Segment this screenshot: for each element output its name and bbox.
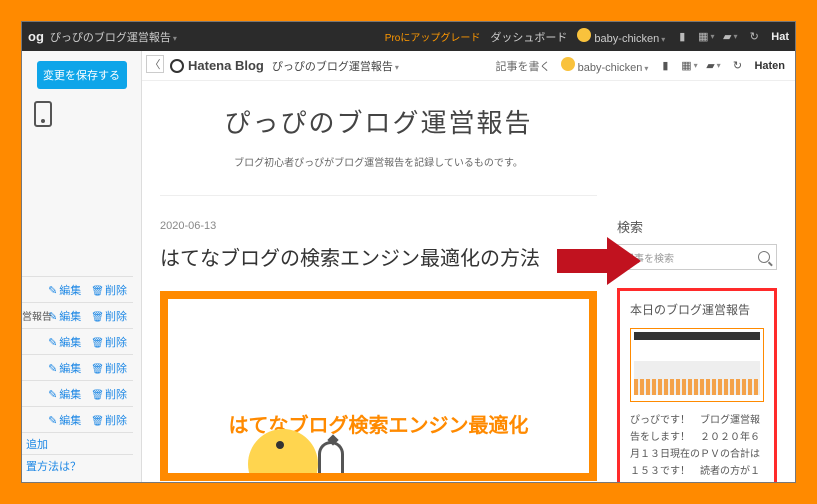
brand-tail: Hat <box>771 31 789 43</box>
module-list: 編集削除 営報告編集削除 編集削除 編集削除 編集削除 編集削除 追加 置方法は… <box>22 276 133 476</box>
save-button[interactable]: 変更を保存する <box>37 61 127 89</box>
editor-sidebar: 変更を保存する 編集削除 営報告編集削除 編集削除 編集削除 編集削除 編集削除… <box>22 51 142 482</box>
inner-top-bar: Hatena Blog ぴっぴのブログ運営報告 記事を書く baby-chick… <box>142 51 795 81</box>
edit-link[interactable]: 編集 <box>48 412 81 428</box>
brand-tail: Haten <box>754 60 785 72</box>
post-date: 2020-06-13 <box>160 220 597 232</box>
hatena-logo[interactable]: Hatena Blog <box>170 58 264 73</box>
avatar-icon <box>561 57 575 71</box>
widget-title: 本日のブログ運営報告 <box>630 301 764 318</box>
delete-link[interactable]: 削除 <box>91 282 127 298</box>
apps-icon[interactable]: ▦ <box>699 30 713 44</box>
avatar-icon <box>577 28 591 42</box>
bookmark-icon[interactable]: ▮ <box>658 59 672 73</box>
module-row: 編集削除 <box>22 406 133 432</box>
apps-icon[interactable]: ▦ <box>682 59 696 73</box>
add-module-link[interactable]: 追加 <box>22 432 133 454</box>
chat-icon[interactable]: ▰ <box>723 30 737 44</box>
sync-icon[interactable]: ↻ <box>747 30 761 44</box>
main-column: ぴっぴのブログ運営報告 ブログ初心者ぴっぴがブログ運営報告を記録しているものです… <box>160 97 597 482</box>
inner-blog-switcher[interactable]: ぴっぴのブログ運営報告 <box>272 58 399 74</box>
edit-link[interactable]: 編集 <box>48 308 81 324</box>
upgrade-link[interactable]: Proにアップグレード <box>385 29 481 44</box>
mascot-eye-icon <box>276 441 284 449</box>
blog-title: ぴっぴのブログ運営報告 <box>160 103 597 140</box>
edit-link[interactable]: 編集 <box>48 282 81 298</box>
widget-body: ぴっぴです！ ブログ運営報告をします！ ２０２０年６月１３日現在のＰＶの合計は１… <box>630 412 764 482</box>
search-heading: 検索 <box>617 217 777 236</box>
bookmark-icon[interactable]: ▮ <box>675 30 689 44</box>
article: 2020-06-13 はてなブログの検索エンジン最適化の方法 はてなブログ検索エ… <box>160 195 597 481</box>
edit-link[interactable]: 編集 <box>48 334 81 350</box>
module-row: 編集削除 <box>22 380 133 406</box>
service-logo: og <box>28 29 44 44</box>
hero-caption: はてなブログ検索エンジン最適化 <box>168 409 589 438</box>
user-menu[interactable]: baby-chicken <box>577 28 665 45</box>
write-post-link[interactable]: 記事を書く <box>496 58 551 74</box>
outer-top-bar: og ぴっぴのブログ運営報告 Proにアップグレード ダッシュボード baby-… <box>22 22 795 51</box>
chat-icon[interactable]: ▰ <box>706 59 720 73</box>
dashboard-link[interactable]: ダッシュボード <box>490 29 567 45</box>
search-input[interactable]: 記事を検索 <box>617 244 777 270</box>
edit-link[interactable]: 編集 <box>48 386 81 402</box>
search-icon[interactable] <box>758 251 770 263</box>
delete-link[interactable]: 削除 <box>91 360 127 376</box>
back-button[interactable]: 〈 <box>146 55 164 73</box>
magnifier-icon <box>318 441 344 477</box>
placement-help-link[interactable]: 置方法は？ <box>22 454 133 476</box>
module-row: 編集削除 <box>22 276 133 302</box>
featured-widget: 本日のブログ運営報告 ぴっぴです！ ブログ運営報告をします！ ２０２０年６月１３… <box>617 288 777 482</box>
module-row: 営報告編集削除 <box>22 302 133 328</box>
preview-pane: 〈 Hatena Blog ぴっぴのブログ運営報告 記事を書く baby-chi… <box>142 51 795 482</box>
module-row: 編集削除 <box>22 328 133 354</box>
delete-link[interactable]: 削除 <box>91 412 127 428</box>
blog-switcher[interactable]: ぴっぴのブログ運営報告 <box>50 29 177 45</box>
widget-thumbnail[interactable] <box>630 328 764 402</box>
post-hero: はてなブログ検索エンジン最適化 <box>160 291 597 481</box>
delete-link[interactable]: 削除 <box>91 308 127 324</box>
blog-description: ブログ初心者ぴっぴがブログ運営報告を記録しているものです。 <box>160 154 597 169</box>
sync-icon[interactable]: ↻ <box>730 59 744 73</box>
post-title[interactable]: はてなブログの検索エンジン最適化の方法 <box>160 242 597 271</box>
sidebar-column: 検索 記事を検索 本日のブログ運営報告 <box>617 97 777 482</box>
delete-link[interactable]: 削除 <box>91 386 127 402</box>
inner-user-menu[interactable]: baby-chicken <box>561 57 649 74</box>
search-placeholder: 記事を検索 <box>624 250 674 265</box>
edit-link[interactable]: 編集 <box>48 360 81 376</box>
module-row: 編集削除 <box>22 354 133 380</box>
hatena-mark-icon <box>170 59 184 73</box>
delete-link[interactable]: 削除 <box>91 334 127 350</box>
mobile-preview-icon[interactable] <box>34 101 52 127</box>
